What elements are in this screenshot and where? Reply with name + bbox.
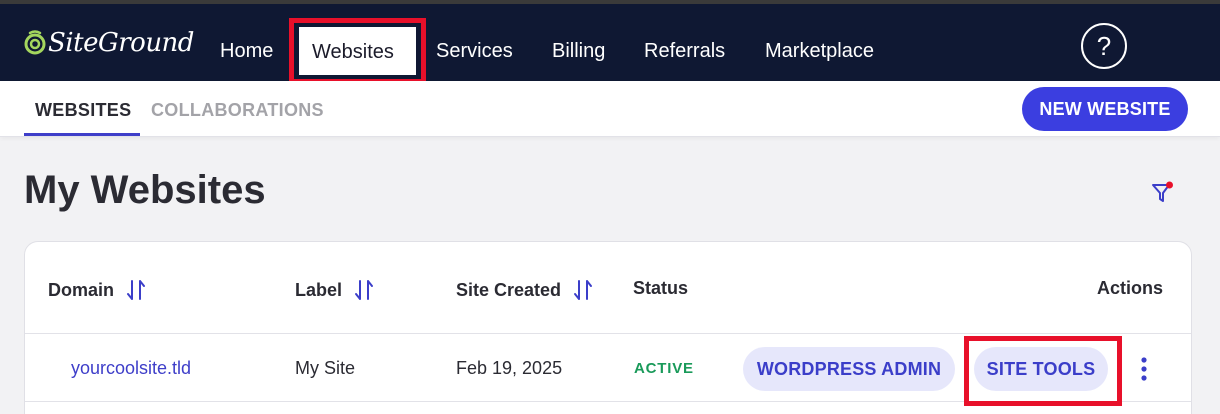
help-icon: ? [1096, 30, 1112, 61]
nav-billing[interactable]: Billing [552, 40, 605, 63]
siteground-logo[interactable]: SiteGround [24, 28, 194, 58]
nav-websites[interactable]: Websites [299, 27, 416, 75]
more-vertical-icon[interactable] [1137, 356, 1151, 382]
sort-icon[interactable] [124, 278, 148, 302]
column-header-domain: Domain [48, 278, 148, 302]
column-header-actions: Actions [1097, 278, 1163, 299]
domain-link[interactable]: yourcoolsite.tld [71, 358, 191, 379]
column-header-status: Status [633, 278, 688, 299]
nav-services[interactable]: Services [436, 40, 513, 63]
site-created-date: Feb 19, 2025 [456, 358, 563, 378]
column-header-label-text: Label [295, 279, 343, 300]
header-divider [25, 333, 1191, 334]
site-label: My Site [295, 358, 356, 378]
websites-table: Domain Label Site Created Status Actions… [24, 241, 1192, 414]
filter-icon [1152, 181, 1173, 202]
page-title: My Websites [24, 168, 266, 212]
nav-home[interactable]: Home [220, 40, 273, 63]
sub-navbar: WEBSITES COLLABORATIONS NEW WEBSITE [0, 81, 1220, 137]
column-header-domain-label: Domain [48, 279, 115, 300]
active-tab-indicator [24, 133, 140, 136]
tab-websites[interactable]: WEBSITES [35, 100, 131, 121]
row-divider [25, 401, 1191, 402]
column-header-status-label: Status [633, 278, 689, 298]
new-website-button[interactable]: NEW WEBSITE [1022, 87, 1188, 131]
sort-icon[interactable] [571, 278, 595, 302]
top-navbar: SiteGround Home Websites Services Billin… [0, 4, 1220, 81]
status-badge: ACTIVE [634, 360, 694, 377]
column-header-label: Label [295, 278, 376, 302]
tab-collaborations[interactable]: COLLABORATIONS [151, 100, 324, 121]
wordpress-admin-button[interactable]: WORDPRESS ADMIN [743, 347, 955, 391]
siteground-logo-icon [24, 30, 46, 55]
column-header-site-created: Site Created [456, 278, 595, 302]
column-header-site-created-label: Site Created [456, 279, 562, 300]
help-button[interactable]: ? [1081, 23, 1127, 69]
column-header-actions-label: Actions [1097, 278, 1164, 298]
sort-icon[interactable] [352, 278, 376, 302]
brand-name: SiteGround [48, 28, 194, 58]
filter-button[interactable] [1150, 178, 1176, 206]
nav-marketplace[interactable]: Marketplace [765, 40, 874, 63]
nav-referrals[interactable]: Referrals [644, 40, 725, 63]
site-tools-button[interactable]: SITE TOOLS [974, 347, 1108, 391]
nav-websites-label: Websites [312, 41, 394, 63]
